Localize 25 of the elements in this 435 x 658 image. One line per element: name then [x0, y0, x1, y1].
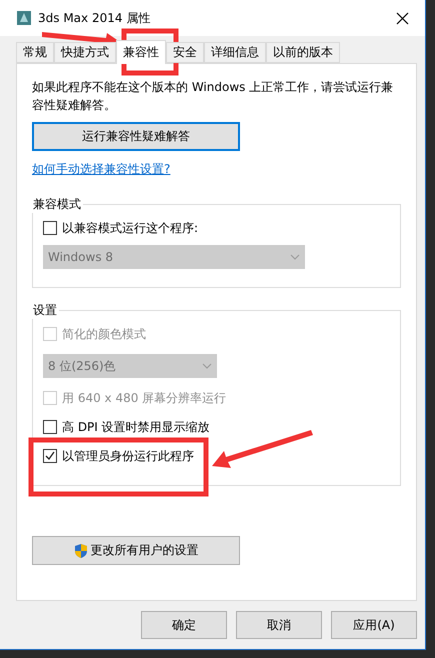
chevron-down-icon [290, 254, 300, 260]
group-title: 兼容模式 [32, 196, 82, 213]
dialog-button[interactable]: 取消 [236, 611, 322, 639]
tab[interactable]: 安全 [166, 42, 204, 63]
checkbox[interactable]: 高 DPI 设置时禁用显示缩放 [43, 418, 390, 436]
window-title: 3ds Max 2014 属性 [38, 10, 152, 26]
intro-text: 如果此程序不能在这个版本的 Windows 上正常工作，请尝试运行兼容性疑难解答。 [32, 79, 394, 114]
checkbox[interactable]: 以管理员身份运行此程序 [43, 447, 390, 465]
group-title: 设置 [32, 302, 58, 319]
checkmark-icon [45, 451, 55, 461]
dialog-button[interactable]: 确定 [141, 611, 227, 639]
help-link[interactable]: 如何手动选择兼容性设置? [32, 161, 170, 178]
tab[interactable]: 快捷方式 [54, 42, 116, 63]
tab[interactable]: 以前的版本 [266, 42, 340, 63]
app-icon [16, 10, 32, 26]
tab[interactable]: 常规 [16, 42, 54, 63]
tab[interactable]: 详细信息 [204, 42, 266, 63]
dialog-button[interactable]: 应用(A) [331, 611, 417, 639]
change-all-users-button[interactable]: 更改所有用户的设置 [32, 536, 240, 565]
checkbox[interactable]: 以兼容模式运行这个程序: [43, 219, 390, 237]
tab[interactable]: 兼容性 [116, 40, 166, 64]
shield-icon [74, 542, 88, 558]
chevron-down-icon [202, 363, 212, 369]
troubleshoot-button[interactable]: 运行兼容性疑难解答 [32, 122, 240, 151]
close-icon [396, 12, 408, 24]
